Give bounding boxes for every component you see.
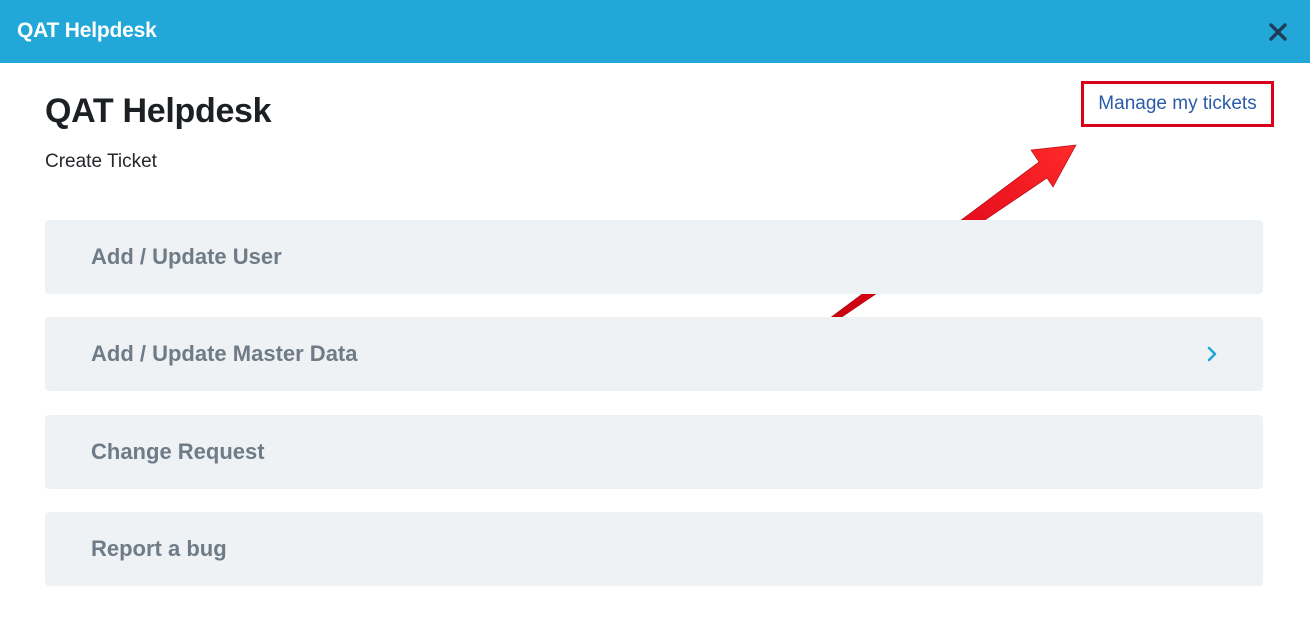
page-subtitle: Create Ticket <box>45 151 157 172</box>
menu-item-label: Add / Update Master Data <box>91 341 358 366</box>
menu-item-add-update-master-data[interactable]: Add / Update Master Data <box>45 317 1263 391</box>
menu-item-add-update-user[interactable]: Add / Update User <box>45 220 1263 294</box>
header-bar: QAT Helpdesk <box>0 0 1310 63</box>
close-icon <box>1269 23 1287 41</box>
window-title: QAT Helpdesk <box>17 19 157 42</box>
page-title: QAT Helpdesk <box>45 92 272 130</box>
menu-item-label: Add / Update User <box>91 244 282 269</box>
menu-item-change-request[interactable]: Change Request <box>45 415 1263 489</box>
menu-item-report-a-bug[interactable]: Report a bug <box>45 512 1263 586</box>
close-button[interactable] <box>1266 20 1290 44</box>
menu-item-label: Change Request <box>91 439 265 464</box>
menu-item-label: Report a bug <box>91 536 227 561</box>
manage-my-tickets-link[interactable]: Manage my tickets <box>1081 81 1274 127</box>
chevron-right-icon <box>1207 346 1217 362</box>
